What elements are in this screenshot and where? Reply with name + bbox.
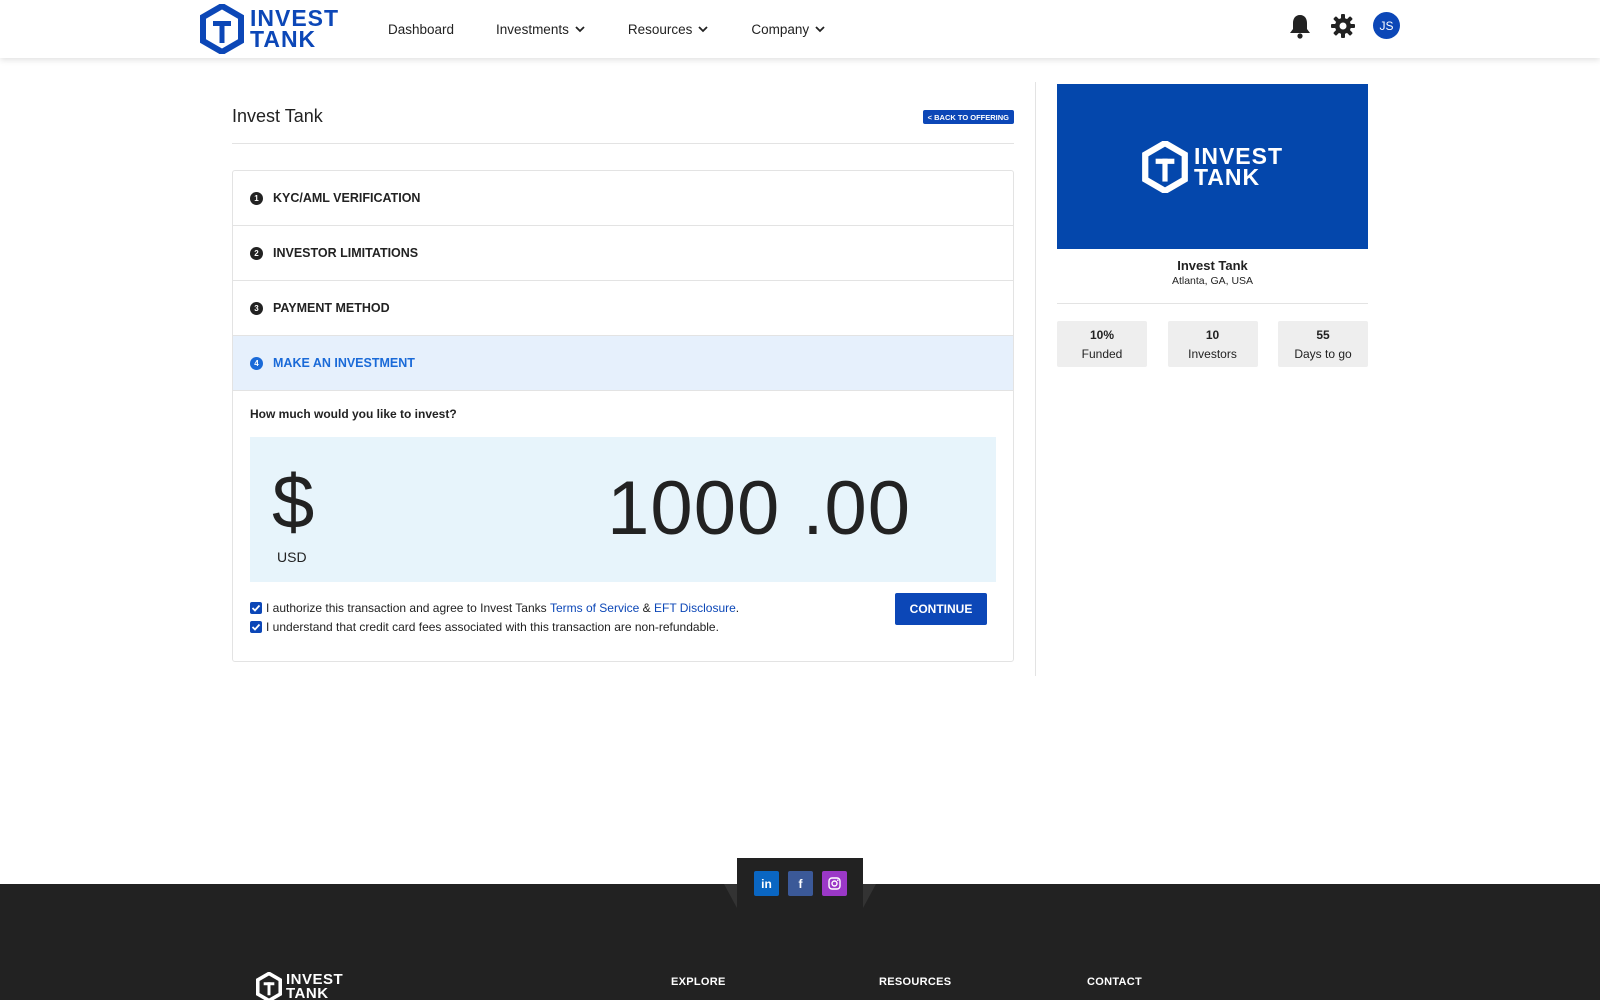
social-links: in f (754, 871, 856, 896)
notifications-button[interactable] (1287, 13, 1313, 39)
nav-resources-label: Resources (627, 21, 693, 37)
checkmark-icon (251, 604, 261, 612)
investment-steps: 1 KYC/AML VERIFICATION 2 INVESTOR LIMITA… (232, 170, 1014, 662)
nav-company[interactable]: Company (751, 22, 826, 37)
amount-input[interactable]: $ USD 1000 .00 (250, 437, 996, 582)
step-payment-method[interactable]: 3 PAYMENT METHOD (233, 281, 1013, 336)
stat-investors: 10 Investors (1167, 321, 1258, 367)
nav-investments[interactable]: Investments (496, 22, 586, 37)
offering-summary: INVEST TANK Invest Tank Atlanta, GA, USA… (1057, 84, 1368, 367)
step-label: MAKE AN INVESTMENT (273, 356, 415, 370)
authorize-text: I authorize this transaction and agree t… (266, 601, 550, 615)
offering-name: Invest Tank (1177, 258, 1248, 273)
amount-value[interactable]: 1000 .00 (607, 465, 911, 553)
step-label: PAYMENT METHOD (273, 301, 390, 315)
authorize-text-end: . (735, 601, 740, 615)
offering-banner: INVEST TANK (1057, 84, 1368, 249)
step-make-investment[interactable]: 4 MAKE AN INVESTMENT (233, 336, 1013, 391)
gear-icon (1331, 13, 1355, 38)
currency-code: USD (277, 549, 307, 565)
currency-symbol: $ (272, 460, 315, 545)
footer-explore-heading: EXPLORE (671, 976, 726, 988)
hexagon-logo-icon (200, 4, 244, 54)
header-actions: JS (1270, 12, 1400, 39)
authorize-checkbox[interactable] (250, 602, 262, 614)
fees-row: I understand that credit card fees assoc… (250, 620, 739, 634)
fees-checkbox[interactable] (250, 621, 262, 633)
stat-value: 55 (1316, 328, 1330, 342)
main-nav: Dashboard Investments Resources Company (388, 0, 868, 58)
bell-icon (1290, 14, 1310, 39)
offering-location: Atlanta, GA, USA (1171, 275, 1254, 287)
step-label: KYC/AML VERIFICATION (273, 191, 421, 205)
vertical-divider (1035, 82, 1036, 676)
stat-value: 10 (1205, 328, 1220, 342)
banner-logo: INVEST TANK (1142, 140, 1283, 193)
fees-text: I understand that credit card fees assoc… (266, 620, 719, 634)
linkedin-icon: in (761, 876, 772, 891)
step-number: 3 (250, 301, 263, 315)
stat-label: Funded (1081, 347, 1123, 361)
linkedin-link[interactable]: in (754, 871, 779, 896)
make-investment-panel: How much would you like to invest? $ USD… (233, 391, 1013, 661)
nav-dashboard-label: Dashboard (388, 21, 455, 37)
nav-company-label: Company (751, 21, 810, 37)
banner-text-line2: TANK (1193, 163, 1261, 190)
social-tab-wing-right (863, 884, 876, 908)
page-header: Invest Tank < BACK TO OFFERING (232, 82, 1014, 144)
step-number: 2 (250, 246, 263, 260)
step-kyc-aml[interactable]: 1 KYC/AML VERIFICATION (233, 171, 1013, 226)
avatar-initials: JS (1379, 18, 1394, 33)
logo-text-line2: TANK (250, 26, 317, 52)
authorize-row: I authorize this transaction and agree t… (250, 601, 739, 615)
user-avatar[interactable]: JS (1373, 12, 1400, 39)
sidebar-divider (1057, 303, 1368, 304)
page-title: Invest Tank (232, 106, 323, 126)
chevron-down-icon (575, 26, 585, 33)
facebook-link[interactable]: f (788, 871, 813, 896)
hexagon-logo-icon (256, 972, 282, 1000)
terms-of-service-link[interactable]: Terms of Service (550, 601, 639, 615)
footer-logo[interactable]: INVEST TANK (256, 972, 343, 1000)
top-header: INVEST TANK Dashboard Investments Resour… (0, 0, 1600, 58)
ampersand-text: & (639, 601, 654, 615)
continue-button[interactable]: CONTINUE (895, 593, 987, 625)
stat-value: 10% (1089, 328, 1115, 342)
checkmark-icon (251, 623, 261, 631)
footer-contact-heading: CONTACT (1087, 976, 1143, 988)
step-number: 1 (250, 191, 263, 205)
back-to-offering-button[interactable]: < BACK TO OFFERING (922, 110, 1014, 124)
nav-dashboard[interactable]: Dashboard (388, 22, 454, 37)
footer-resources-heading: RESOURCES (879, 976, 952, 988)
stat-label: Investors (1188, 347, 1237, 361)
instagram-icon (828, 877, 841, 890)
investment-flow: Invest Tank < BACK TO OFFERING 1 KYC/AML… (232, 82, 1014, 662)
social-tab-wing-left (724, 884, 737, 908)
nav-resources[interactable]: Resources (628, 22, 710, 37)
stat-days-to-go: 55 Days to go (1278, 321, 1368, 367)
step-label: INVESTOR LIMITATIONS (273, 246, 419, 260)
offering-stats: 10% Funded 10 Investors 55 Days to go (1057, 321, 1368, 367)
brand-logo[interactable]: INVEST TANK (200, 4, 350, 54)
hexagon-logo-icon (1142, 140, 1188, 193)
chevron-down-icon (815, 26, 825, 33)
agreement-checkboxes: I authorize this transaction and agree t… (250, 601, 739, 639)
step-investor-limitations[interactable]: 2 INVESTOR LIMITATIONS (233, 226, 1013, 281)
settings-button[interactable] (1330, 13, 1356, 39)
eft-disclosure-link[interactable]: EFT Disclosure (654, 601, 736, 615)
step-number: 4 (250, 356, 263, 370)
stat-label: Days to go (1294, 347, 1352, 361)
chevron-down-icon (698, 26, 708, 33)
footer-logo-line2: TANK (286, 985, 329, 1000)
invest-question: How much would you like to invest? (250, 407, 457, 421)
instagram-link[interactable] (822, 871, 847, 896)
nav-investments-label: Investments (496, 21, 569, 37)
stat-funded: 10% Funded (1057, 321, 1147, 367)
facebook-icon: f (798, 876, 803, 891)
